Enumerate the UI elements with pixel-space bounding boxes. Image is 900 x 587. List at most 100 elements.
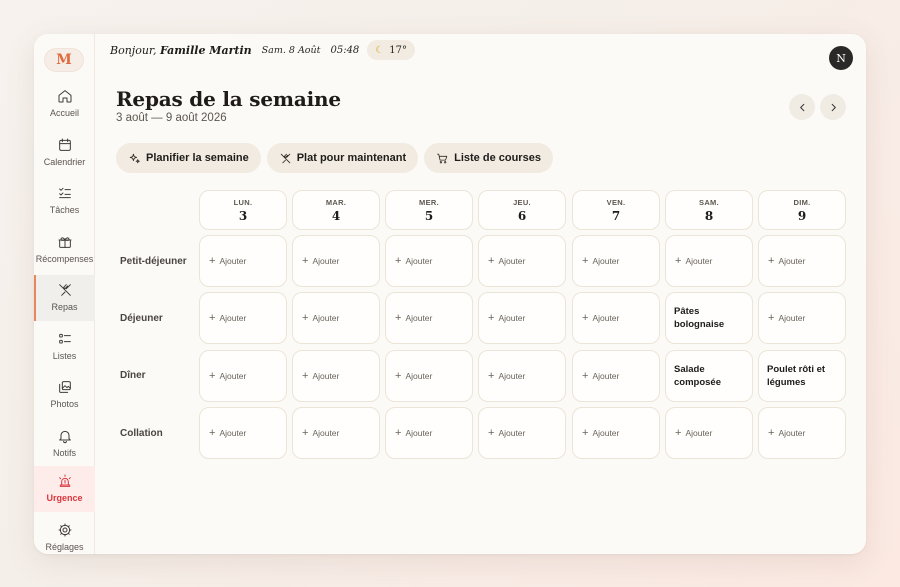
add-meal-cell[interactable]: + Ajouter	[478, 350, 566, 402]
add-meal-cell[interactable]: + Ajouter	[665, 407, 753, 459]
dish-now-button[interactable]: Plat pour maintenant	[266, 143, 419, 173]
meal-name: Pâtes bolognaise	[674, 306, 725, 330]
next-week-button[interactable]	[820, 94, 846, 120]
add-meal-button[interactable]: + Ajouter	[395, 236, 432, 286]
sidebar-item-label: Récompenses	[35, 254, 94, 264]
add-meal-cell[interactable]: + Ajouter	[385, 407, 473, 459]
add-meal-button[interactable]: + Ajouter	[488, 408, 525, 458]
add-meal-button[interactable]: + Ajouter	[488, 351, 525, 401]
day-header: JEU. 6	[478, 190, 566, 230]
previous-week-button[interactable]	[789, 94, 815, 120]
day-name: SAM.	[699, 197, 719, 207]
siren-icon	[58, 474, 71, 487]
sidebar-item-recompenses[interactable]: Récompenses	[34, 232, 95, 278]
sidebar-item-listes[interactable]: Listes	[34, 329, 95, 375]
sidebar-item-repas[interactable]: Repas	[34, 275, 95, 321]
plus-icon: +	[209, 370, 216, 382]
add-meal-cell[interactable]: + Ajouter	[199, 235, 287, 287]
sidebar-item-photos[interactable]: Photos	[34, 377, 95, 423]
add-meal-label: Ajouter	[498, 371, 526, 381]
add-meal-button[interactable]: + Ajouter	[768, 293, 805, 343]
add-meal-cell[interactable]: + Ajouter	[199, 350, 287, 402]
day-name: MAR.	[325, 197, 347, 207]
add-meal-cell[interactable]: + Ajouter	[478, 407, 566, 459]
add-meal-cell[interactable]: + Ajouter	[478, 235, 566, 287]
add-meal-cell[interactable]: + Ajouter	[385, 292, 473, 344]
chevron-right-icon	[831, 103, 836, 111]
plus-icon: +	[395, 427, 402, 439]
add-meal-cell[interactable]: + Ajouter	[385, 235, 473, 287]
utensils-icon	[280, 153, 290, 163]
add-meal-button[interactable]: + Ajouter	[395, 408, 432, 458]
plus-icon: +	[675, 427, 682, 439]
add-meal-cell[interactable]: + Ajouter	[292, 350, 380, 402]
add-meal-cell[interactable]: + Ajouter	[292, 292, 380, 344]
checklist-icon	[58, 187, 71, 199]
day-number: 4	[331, 208, 341, 223]
add-meal-cell[interactable]: + Ajouter	[758, 407, 846, 459]
add-meal-cell[interactable]: + Ajouter	[385, 350, 473, 402]
add-meal-button[interactable]: + Ajouter	[582, 408, 619, 458]
add-meal-cell[interactable]: + Ajouter	[292, 235, 380, 287]
add-meal-label: Ajouter	[685, 428, 713, 438]
add-meal-button[interactable]: + Ajouter	[302, 236, 339, 286]
plan-week-button[interactable]: Planifier la semaine	[116, 143, 261, 173]
sidebar-item-taches[interactable]: Tâches	[34, 183, 95, 229]
add-meal-button[interactable]: + Ajouter	[302, 408, 339, 458]
add-meal-button[interactable]: + Ajouter	[488, 293, 525, 343]
weather-badge: ☾ 17°	[367, 40, 415, 60]
day-header: MAR. 4	[292, 190, 380, 230]
week-range: 3 août — 9 août 2026	[116, 112, 227, 124]
sidebar-item-label: Notifs	[52, 448, 76, 458]
add-meal-label: Ajouter	[778, 313, 806, 323]
plus-icon: +	[582, 370, 589, 382]
add-meal-label: Ajouter	[405, 371, 433, 381]
add-meal-button[interactable]: + Ajouter	[302, 293, 339, 343]
add-meal-button[interactable]: + Ajouter	[209, 293, 246, 343]
add-meal-cell[interactable]: + Ajouter	[478, 292, 566, 344]
plus-icon: +	[209, 255, 216, 267]
add-meal-cell[interactable]: + Ajouter	[292, 407, 380, 459]
dish-now-label: Plat pour maintenant	[296, 152, 407, 164]
sidebar-item-urgence[interactable]: Urgence	[34, 466, 95, 512]
calendar-icon	[58, 138, 71, 151]
add-meal-cell[interactable]: + Ajouter	[572, 407, 660, 459]
add-meal-button[interactable]: + Ajouter	[582, 351, 619, 401]
avatar[interactable]: N	[829, 46, 853, 70]
add-meal-button[interactable]: + Ajouter	[582, 293, 619, 343]
add-meal-cell[interactable]: + Ajouter	[572, 235, 660, 287]
meal-cell[interactable]: Pâtes bolognaise	[665, 292, 753, 344]
app-logo[interactable]: M	[44, 48, 84, 72]
add-meal-button[interactable]: + Ajouter	[582, 236, 619, 286]
add-meal-button[interactable]: + Ajouter	[768, 236, 805, 286]
add-meal-button[interactable]: + Ajouter	[209, 351, 246, 401]
add-meal-button[interactable]: + Ajouter	[209, 408, 246, 458]
add-meal-button[interactable]: + Ajouter	[395, 351, 432, 401]
add-meal-button[interactable]: + Ajouter	[675, 236, 712, 286]
gift-icon	[58, 237, 71, 248]
add-meal-cell[interactable]: + Ajouter	[199, 407, 287, 459]
add-meal-label: Ajouter	[778, 256, 806, 266]
add-meal-cell[interactable]: + Ajouter	[665, 235, 753, 287]
add-meal-button[interactable]: + Ajouter	[675, 408, 712, 458]
add-meal-button[interactable]: + Ajouter	[302, 351, 339, 401]
meal-cell[interactable]: Poulet rôti et légumes	[758, 350, 846, 402]
add-meal-label: Ajouter	[312, 428, 340, 438]
add-meal-button[interactable]: + Ajouter	[488, 236, 525, 286]
add-meal-label: Ajouter	[219, 428, 247, 438]
add-meal-cell[interactable]: + Ajouter	[572, 292, 660, 344]
add-meal-button[interactable]: + Ajouter	[209, 236, 246, 286]
meal-cell[interactable]: Salade composée	[665, 350, 753, 402]
plus-icon: +	[302, 370, 309, 382]
add-meal-cell[interactable]: + Ajouter	[758, 235, 846, 287]
sidebar-item-reglages[interactable]: Réglages	[34, 520, 95, 554]
sidebar-item-accueil[interactable]: Accueil	[34, 86, 95, 132]
sidebar-item-calendrier[interactable]: Calendrier	[34, 135, 95, 181]
add-meal-button[interactable]: + Ajouter	[768, 408, 805, 458]
shopping-list-button[interactable]: Liste de courses	[424, 143, 553, 173]
add-meal-cell[interactable]: + Ajouter	[572, 350, 660, 402]
add-meal-cell[interactable]: + Ajouter	[199, 292, 287, 344]
add-meal-button[interactable]: + Ajouter	[395, 293, 432, 343]
sidebar-item-label: Accueil	[49, 108, 79, 118]
add-meal-cell[interactable]: + Ajouter	[758, 292, 846, 344]
